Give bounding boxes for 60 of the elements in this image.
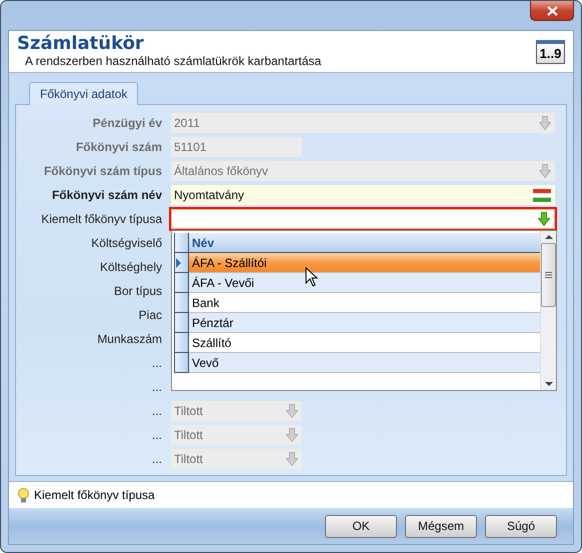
scrollbar-thumb[interactable] [541,243,556,307]
row-header[interactable] [174,353,189,373]
field-label: ... [150,380,163,394]
field-label: ... [150,428,163,442]
field-label: Főkönyvi szám típus [42,164,163,178]
field-label: Főkönyvi szám név [50,188,163,202]
row-header[interactable] [174,253,189,273]
field-label: ... [150,452,163,466]
row-header[interactable] [174,313,189,333]
field-label: Költséghely [98,260,163,274]
grip-icon [545,272,552,278]
text-field[interactable]: Nyomtatvány [171,185,555,205]
dialog-button[interactable]: Mégsem [405,514,477,538]
list-item[interactable]: Vevő [189,353,540,373]
field-label: Főkönyvi szám [74,140,163,154]
row-header[interactable] [174,333,189,353]
field-label: Piac [138,308,163,322]
hint-text: Kiemelt főkönyv típusa [34,488,155,502]
field-value: Tiltott [174,404,203,418]
close-button[interactable] [530,1,574,21]
field-label: ... [150,356,163,370]
field-label: Pénzügyi év [92,116,163,130]
list-item[interactable]: ÁFA - Vevői [189,273,540,293]
down-arrow-icon [539,164,551,178]
mouse-cursor-icon [305,267,318,287]
dialog-button[interactable]: Súgó [485,514,557,538]
lightbulb-icon [18,488,29,502]
down-arrow-icon [539,116,551,130]
scroll-up-icon[interactable] [544,234,552,239]
close-icon [546,6,558,16]
field-label: Kiemelt főkönyv típusa [40,212,163,226]
field-label: Munkaszám [96,332,163,346]
app-badge: 1..9 [536,40,565,64]
field-value: Tiltott [174,452,203,466]
down-arrow-icon [286,404,298,418]
field-value: Nyomtatvány [174,188,244,202]
row-header[interactable] [174,293,189,313]
field-label: ... [150,404,163,418]
list-item[interactable]: ÁFA - Szállítói [189,253,540,273]
field-label: Bor típus [112,284,163,298]
list-item[interactable]: Pénztár [189,313,540,333]
dialog-title: Számlatükör [17,34,145,54]
field-value: 51101 [174,140,206,154]
field-value: 2011 [174,116,200,130]
scrollbar[interactable] [540,231,556,390]
column-header[interactable]: Név [189,233,540,253]
scroll-down-icon[interactable] [544,382,552,387]
down-arrow-icon [538,212,550,226]
dialog-button[interactable]: OK [325,514,397,538]
down-arrow-icon [286,428,298,442]
row-pointer-icon [175,256,182,268]
field-value: Tiltott [174,428,203,442]
dropdown-field[interactable] [171,209,555,229]
down-arrow-icon [286,452,298,466]
field-label: Költségviselő [90,236,163,250]
flag-icon [533,188,551,202]
row-header [174,233,189,253]
tab[interactable]: Főkönyvi adatok [29,82,138,105]
row-header[interactable] [174,273,189,293]
dialog-subtitle: A rendszerben használható számlatükrök karbantartása [24,54,322,69]
